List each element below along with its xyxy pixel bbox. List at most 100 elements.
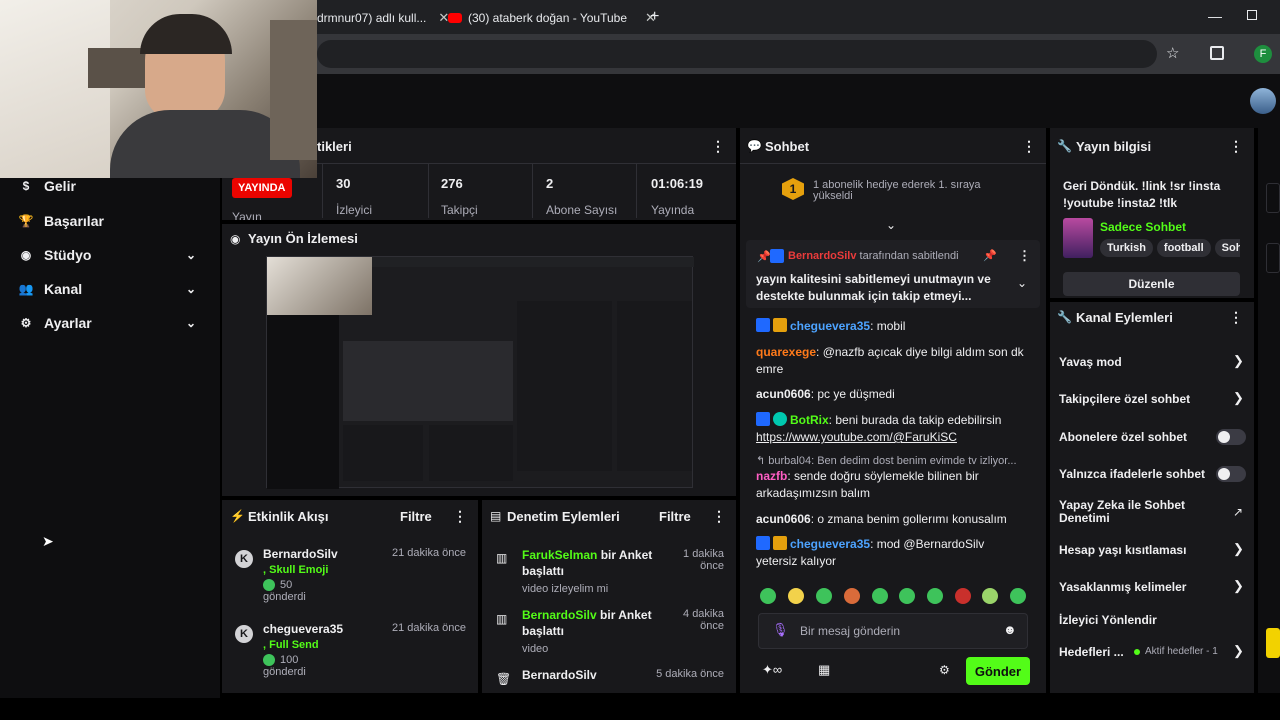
more-options-icon[interactable]: ⋮ <box>1229 309 1243 326</box>
chevron-right-icon[interactable]: ❯ <box>1233 541 1244 557</box>
reply-text: burbal04: Ben dedim dost benim evimde tv… <box>768 455 1017 467</box>
toolbar-button[interactable] <box>1266 183 1280 213</box>
user-avatar[interactable] <box>1250 88 1276 114</box>
chat-username[interactable]: acun0606 <box>756 512 811 526</box>
emote-icon[interactable] <box>760 588 776 604</box>
action-subscribers-only: Abonelere özel sohbet <box>1059 430 1188 444</box>
mod-user[interactable]: BernardoSilv <box>522 608 597 622</box>
category-thumbnail[interactable] <box>1063 218 1093 258</box>
nav-item-revenue[interactable]: $ Gelir <box>18 176 76 196</box>
chevron-down-icon[interactable]: ⌄ <box>186 248 196 262</box>
pinned-by: BernardoSilv tarafından sabitlendi <box>788 250 959 262</box>
wrench-icon: 🔧 <box>1057 310 1072 324</box>
preview-video[interactable] <box>266 256 694 489</box>
chat-username[interactable]: acun0606 <box>756 387 811 401</box>
category-name[interactable]: Sadece Sohbet <box>1100 220 1186 234</box>
emote-icon[interactable] <box>872 588 888 604</box>
mod-user[interactable]: BernardoSilv <box>522 668 597 682</box>
chat-username[interactable]: cheguevera35 <box>790 537 870 551</box>
list-item: cheguevera35 , Full Send 100 gönderdi <box>263 622 393 678</box>
gift-leaderboard-text: 1 abonelik hediye ederek 1. sıraya yükse… <box>813 179 981 202</box>
action-slow-mode[interactable]: Yavaş mod <box>1059 355 1122 369</box>
emotes-only-toggle[interactable] <box>1216 466 1246 482</box>
maximize-icon[interactable] <box>1247 10 1257 20</box>
mod-user[interactable]: FarukSelman <box>522 548 597 562</box>
more-options-icon[interactable]: ⋮ <box>712 508 726 525</box>
panel-title: tikleri <box>317 139 352 154</box>
profile-avatar[interactable]: F <box>1254 45 1272 63</box>
toolbar-button[interactable] <box>1266 243 1280 273</box>
chevron-right-icon[interactable]: ❯ <box>1233 353 1244 369</box>
microphone-icon[interactable]: 🎙 <box>772 622 789 638</box>
emote-icon[interactable] <box>955 588 971 604</box>
more-options-icon[interactable]: ⋮ <box>1018 248 1031 264</box>
unpin-icon[interactable]: 📌 <box>983 249 997 262</box>
chat-username[interactable]: cheguevera35 <box>790 319 870 333</box>
filter-button[interactable]: Filtre <box>400 509 432 524</box>
more-options-icon[interactable]: ⋮ <box>1022 138 1036 155</box>
chevron-down-icon[interactable]: ⌄ <box>186 316 196 330</box>
event-user[interactable]: BernardoSilv <box>263 547 393 561</box>
emote-icon[interactable] <box>1010 588 1026 604</box>
action-account-age[interactable]: Hesap yaşı kısıtlaması <box>1059 543 1186 557</box>
chevron-right-icon[interactable]: ❯ <box>1233 578 1244 594</box>
chevron-right-icon[interactable]: ❯ <box>1233 643 1244 659</box>
action-host-viewers[interactable]: İzleyici Yönlendir <box>1059 613 1157 627</box>
toolbar-button[interactable] <box>1266 628 1280 658</box>
chat-link[interactable]: https://www.youtube.com/@FaruKiSC <box>756 430 957 444</box>
tag[interactable]: Soh <box>1214 239 1240 257</box>
more-options-icon[interactable]: ⋮ <box>1229 138 1243 155</box>
browser-tab[interactable]: drmnur07) adlı kull... ✕ <box>317 4 449 32</box>
emote-icon[interactable] <box>816 588 832 604</box>
filter-button[interactable]: Filtre <box>659 509 691 524</box>
chat-username[interactable]: BotRix <box>790 413 829 427</box>
browser-tab[interactable]: (30) ataberk doğan - YouTube ✕ <box>448 4 656 32</box>
pinned-by-user[interactable]: BernardoSilv <box>788 250 856 262</box>
nav-item-achievements[interactable]: 🏆 Başarılar <box>18 211 104 231</box>
nav-item-studio[interactable]: ◉ Stüdyo ⌄ <box>18 245 196 265</box>
list-item: FarukSelman bir Anket başlattı video izl… <box>522 547 662 597</box>
emote-icon[interactable] <box>927 588 943 604</box>
nav-item-settings[interactable]: ⚙ Ayarlar ⌄ <box>18 313 196 333</box>
new-tab-icon[interactable]: + <box>650 8 659 26</box>
emoji-icon[interactable]: ☻ <box>1003 622 1017 637</box>
gear-icon[interactable]: ⚙ <box>939 663 950 677</box>
emote-icon[interactable] <box>982 588 998 604</box>
action-banned-words[interactable]: Yasaklanmış kelimeler <box>1059 580 1186 594</box>
nav-item-channel[interactable]: 👥 Kanal ⌄ <box>18 279 197 299</box>
reply-icon: ↰ <box>756 455 769 467</box>
chat-username[interactable]: quarexege <box>756 345 816 359</box>
chevron-down-icon[interactable]: ⌄ <box>886 218 896 232</box>
edit-button[interactable]: Düzenle <box>1063 272 1240 296</box>
event-amount: 50 <box>280 579 293 591</box>
chevron-down-icon[interactable]: ⌄ <box>186 282 196 296</box>
more-options-icon[interactable]: ⋮ <box>711 138 725 155</box>
send-button[interactable]: Gönder <box>966 657 1030 685</box>
store-icon[interactable]: ▦ <box>818 662 830 678</box>
action-followers-only[interactable]: Takipçilere özel sohbet <box>1059 392 1190 406</box>
money-icon: $ <box>22 179 30 193</box>
emote-icon[interactable] <box>899 588 915 604</box>
reward-icon[interactable]: ✦∞ <box>762 662 782 678</box>
chat-text: : beni burada da takip edebilirsin <box>828 413 1002 427</box>
minimize-icon[interactable]: — <box>1208 8 1222 24</box>
tag[interactable]: Turkish <box>1100 239 1153 257</box>
chevron-right-icon[interactable]: ❯ <box>1233 390 1244 406</box>
tab-label: (30) ataberk doğan - YouTube <box>468 11 628 25</box>
emote-icon[interactable] <box>844 588 860 604</box>
url-field[interactable] <box>317 40 1157 68</box>
chevron-down-icon[interactable]: ⌄ <box>1017 276 1027 290</box>
subscribers-only-toggle[interactable] <box>1216 429 1246 445</box>
emote-icon[interactable] <box>788 588 804 604</box>
action-goals[interactable]: Hedefleri ... <box>1059 645 1124 659</box>
chat-username[interactable]: nazfb <box>756 469 787 483</box>
tag[interactable]: football <box>1156 239 1211 257</box>
action-ai-moderation[interactable]: Yapay Zeka ile Sohbet Denetimi <box>1059 499 1209 525</box>
mod-time: 5 dakika önce <box>656 668 724 680</box>
external-link-icon[interactable]: ↗ <box>1233 505 1243 519</box>
goals-status: Aktif hedefler - 1 <box>1145 646 1218 657</box>
extensions-icon[interactable] <box>1210 46 1224 60</box>
event-user[interactable]: cheguevera35 <box>263 622 393 636</box>
bookmark-star-icon[interactable]: ☆ <box>1166 44 1179 62</box>
more-options-icon[interactable]: ⋮ <box>453 508 467 525</box>
